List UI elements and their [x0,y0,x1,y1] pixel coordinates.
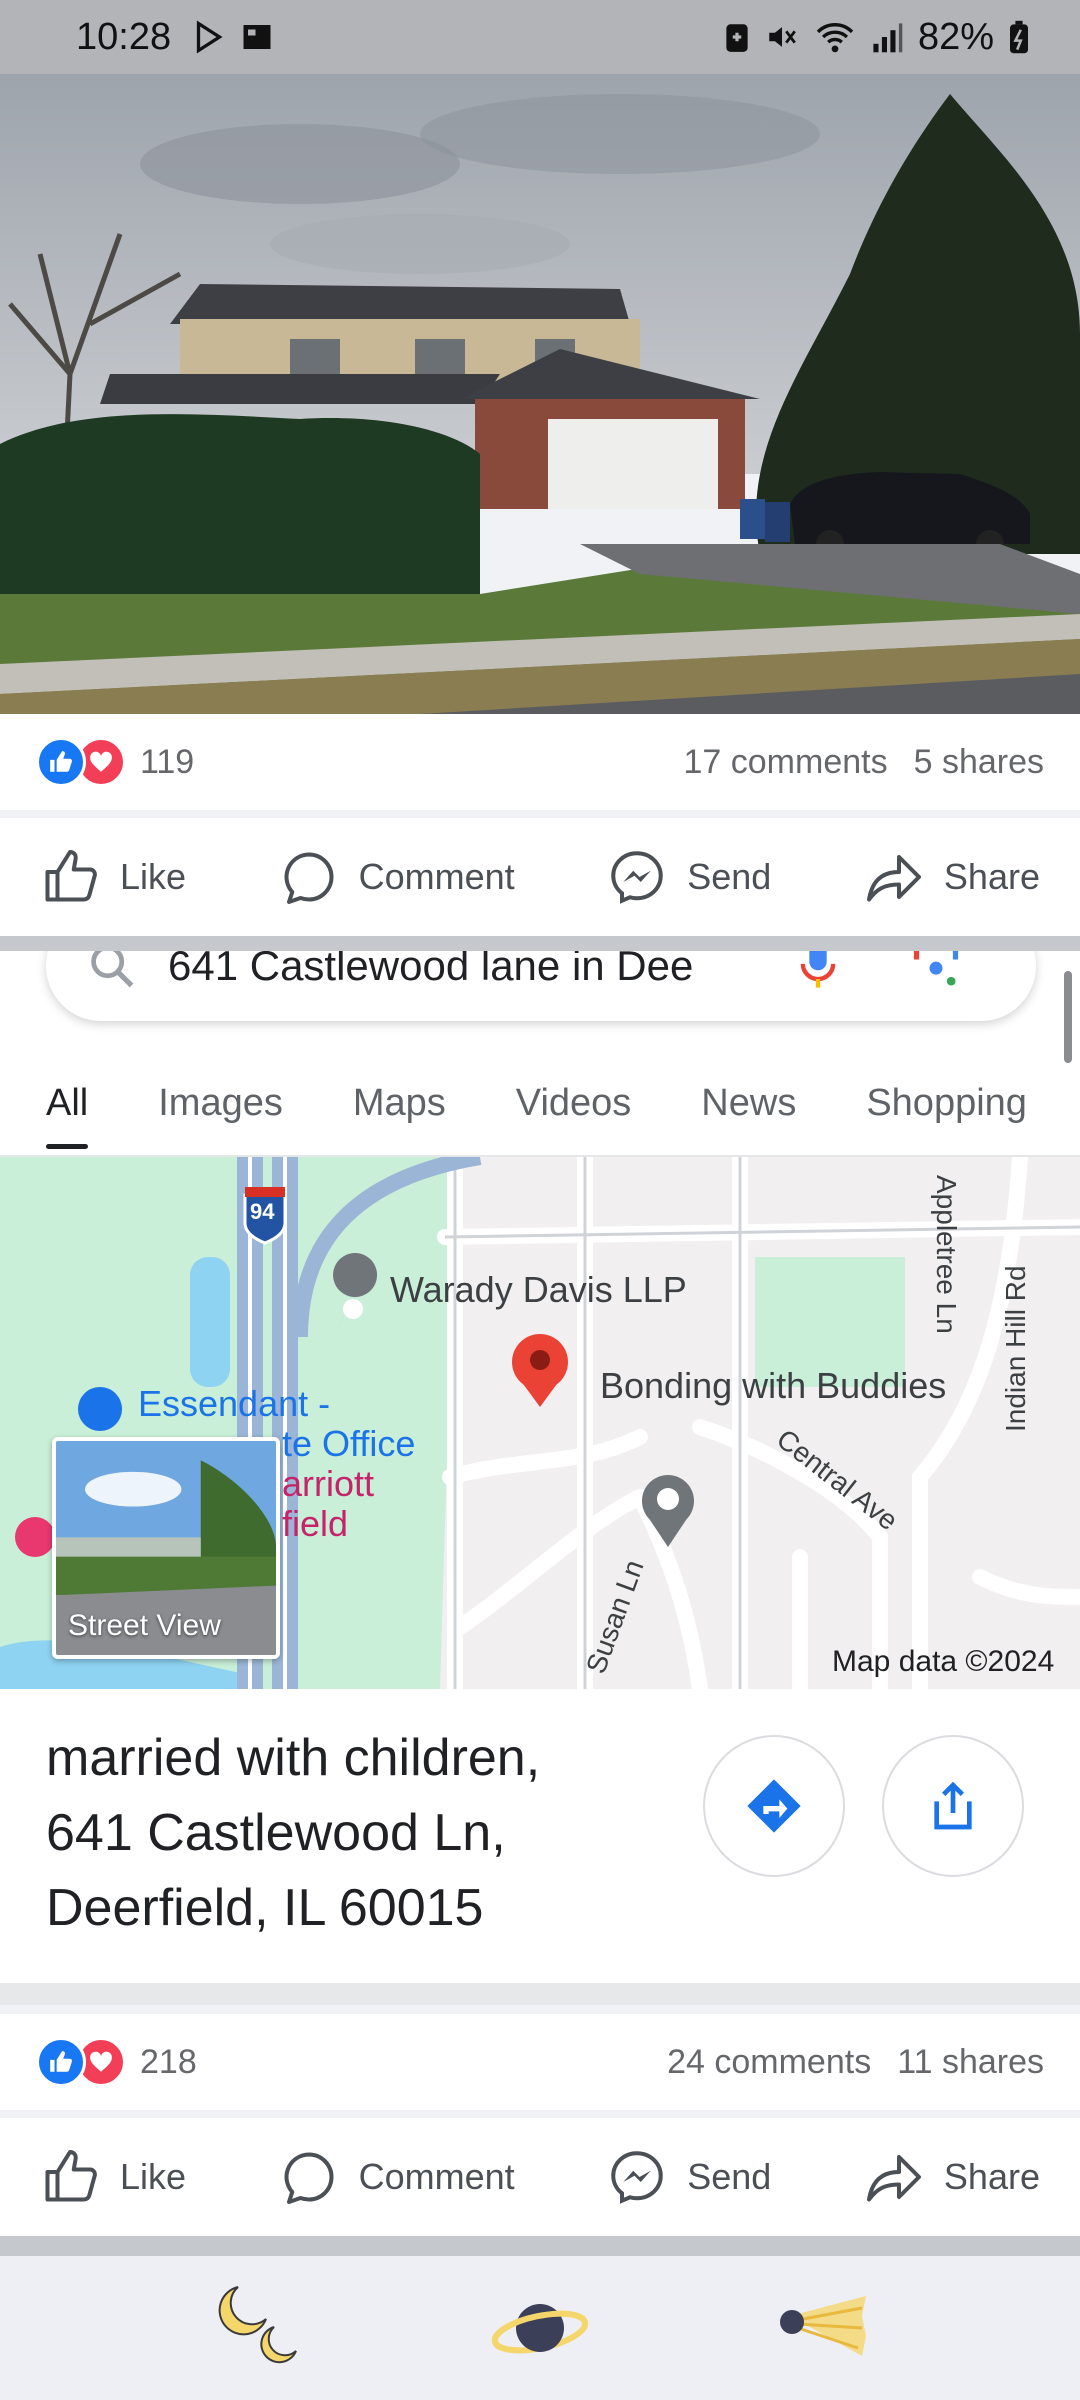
messenger-icon [611,851,664,904]
place-street: 641 Castlewood Ln, [46,1804,506,1862]
post2-reactions-row: 218 24 comments 11 shares [0,2014,1080,2110]
comments-count[interactable]: 24 comments [667,2043,871,2082]
share-arrow-icon [866,2155,921,2202]
send-label: Send [687,856,772,897]
battery-saver-icon [726,24,748,52]
send-button[interactable]: Send [607,847,771,907]
comment-label: Comment [358,856,515,897]
share-location-button[interactable] [882,1735,1024,1877]
post-divider [0,936,1080,951]
map-label-bonding[interactable]: Bonding with Buddies [600,1365,946,1407]
send-label: Send [687,2156,772,2197]
street-view-label: Street View [68,1609,221,1642]
mute-icon [769,27,796,47]
post1-reactions-row: 119 17 comments 5 shares [0,714,1080,810]
share-arrow-icon [866,855,921,902]
signal-icon [873,23,903,53]
comment-button[interactable]: Comment [279,2147,515,2207]
place-city: Deerfield, IL 60015 [46,1879,484,1937]
share-icon [934,1781,972,1830]
map-label-appletree: Appletree Ln [931,1175,962,1334]
google-search-bar[interactable]: 641 Castlewood lane in Dee [46,951,1036,1021]
post1-actions-row: Like Comment Send Share [0,818,1080,936]
send-button[interactable]: Send [607,2147,771,2207]
moon-icon[interactable] [210,2283,310,2373]
battery-percent: 82% [917,15,994,58]
status-time: 10:28 [76,15,172,58]
messenger-icon [611,2151,664,2204]
like-button[interactable]: Like [40,2147,186,2207]
play-store-icon [196,20,223,54]
bottom-nav [0,2256,1080,2400]
shares-count[interactable]: 11 shares [897,2043,1044,2082]
search-tabs: All Images Maps Videos News Shopping [0,1051,1080,1155]
scrollbar [1064,971,1072,1063]
mic-icon[interactable] [798,951,838,992]
directions-icon [747,1779,801,1833]
thumbs-up-icon [45,2150,97,2202]
like-button[interactable]: Like [40,847,186,907]
map-label-marriott-field[interactable]: field [282,1503,348,1545]
place-name[interactable]: married with children, 641 Castlewood Ln… [46,1721,686,1946]
comment-icon [284,2152,334,2204]
highway-shield-label: 94 [250,1199,275,1224]
tab-images[interactable]: Images [158,1082,283,1125]
tab-shopping[interactable]: Shopping [866,1082,1027,1125]
comment-label: Comment [358,2156,515,2197]
map-attribution: Map data ©2024 [832,1645,1055,1678]
battery-charging-icon [1010,20,1028,54]
thumbs-up-icon [45,850,97,902]
comment-button[interactable]: Comment [279,847,515,907]
place-title: married with children, [46,1729,541,1787]
comet-icon[interactable] [770,2288,870,2368]
news-icon [243,25,271,49]
google-lens-icon[interactable] [908,951,964,992]
comment-icon [284,852,334,904]
directions-button[interactable] [703,1735,845,1877]
reaction-icons[interactable] [36,737,126,787]
search-icon [91,951,134,988]
street-view-thumbnail[interactable]: Street View [52,1437,280,1659]
map-label-indian-hill: Indian Hill Rd [1000,1265,1031,1432]
place-info: married with children, 641 Castlewood Ln… [0,1689,1080,1983]
tab-all[interactable]: All [46,1082,89,1149]
share-button[interactable]: Share [864,2147,1040,2207]
reaction-count[interactable]: 218 [140,2043,197,2082]
share-label: Share [943,2156,1040,2197]
planet-icon[interactable] [490,2288,590,2368]
map-label-marriott[interactable]: arriott [282,1463,374,1505]
share-label: Share [943,856,1040,897]
map-preview[interactable]: 94 Warady Davis LLP Essendant - te Offic… [0,1157,1080,1689]
reaction-icons[interactable] [36,2037,126,2087]
shares-count[interactable]: 5 shares [914,743,1044,782]
post-divider [0,2236,1080,2256]
like-reaction-icon [36,2037,86,2087]
search-query[interactable]: 641 Castlewood lane in Dee [168,951,758,990]
status-bar: 10:28 82% [0,0,1080,74]
tab-videos[interactable]: Videos [516,1082,632,1125]
tab-news[interactable]: News [701,1082,796,1125]
wifi-icon [816,23,854,53]
map-label-warady[interactable]: Warady Davis LLP [390,1269,687,1311]
tab-maps[interactable]: Maps [353,1082,446,1125]
like-label: Like [120,2156,187,2197]
map-label-essendant-office[interactable]: te Office [282,1423,415,1465]
map-label-essendant[interactable]: Essendant - [138,1383,330,1425]
card-divider [0,1983,1080,2005]
post-photo-house[interactable] [0,74,1080,714]
share-button[interactable]: Share [864,847,1040,907]
reaction-count[interactable]: 119 [140,743,194,782]
comments-count[interactable]: 17 comments [684,743,888,782]
post2-image-google-search[interactable]: 641 Castlewood lane in Dee All Images Ma… [0,951,1080,1983]
like-label: Like [120,856,187,897]
like-reaction-icon [36,737,86,787]
post2-actions-row: Like Comment Send Share [0,2118,1080,2236]
